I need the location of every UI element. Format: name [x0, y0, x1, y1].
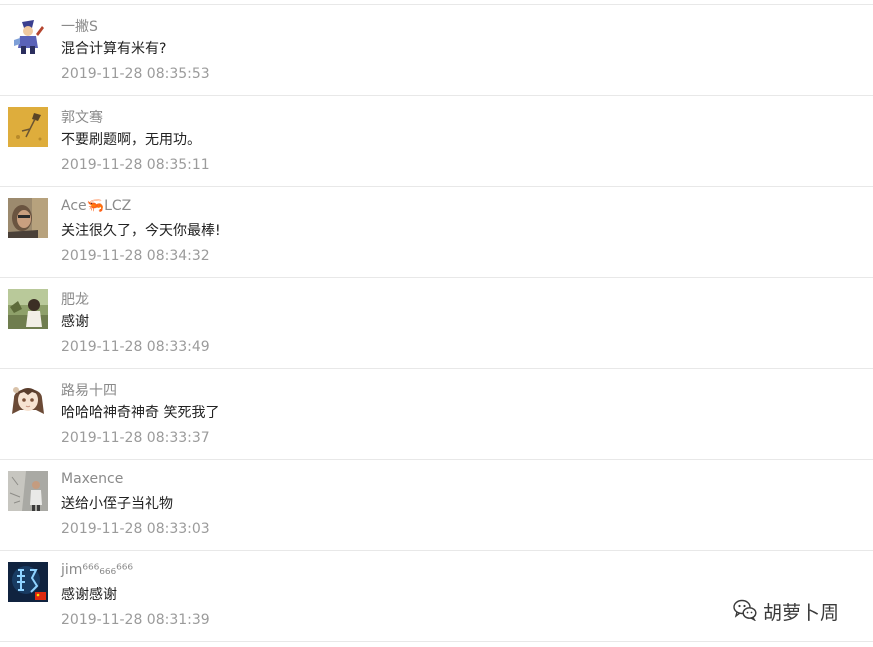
- comment-timestamp: 2019-11-28 08:33:49: [61, 339, 210, 355]
- commenter-name: 路易十四: [61, 383, 117, 399]
- comment-timestamp: 2019-11-28 08:33:37: [61, 430, 210, 446]
- comment-timestamp: 2019-11-28 08:33:03: [61, 521, 210, 537]
- comment-timestamp: 2019-11-28 08:35:11: [61, 157, 210, 173]
- anime-girl-avatar[interactable]: [8, 380, 48, 420]
- comment-item: Maxence 送给小侄子当礼物 2019-11-28 08:33:03: [0, 460, 873, 551]
- commenter-name: 郭文骞: [61, 110, 103, 126]
- comment-item: 郭文骞 不要刷题啊，无用功。 2019-11-28 08:35:11: [0, 96, 873, 187]
- commenter-name: Ace🦐LCZ: [61, 198, 132, 214]
- comment-text: 感谢感谢: [61, 587, 117, 603]
- commenter-name: jim⁶⁶⁶₆₆₆⁶⁶⁶: [61, 562, 133, 578]
- dark-glyph-avatar-with-flag[interactable]: [8, 562, 48, 602]
- comment-timestamp: 2019-11-28 08:35:53: [61, 66, 210, 82]
- comment-list: 一撇S 混合计算有米有? 2019-11-28 08:35:53 郭文骞 不要刷…: [0, 4, 873, 642]
- yellow-sketch-avatar[interactable]: [8, 107, 48, 147]
- commenter-name: 肥龙: [61, 292, 89, 308]
- comment-item: Ace🦐LCZ 关注很久了，今天你最棒! 2019-11-28 08:34:32: [0, 187, 873, 278]
- comment-item: 肥龙 感谢 2019-11-28 08:33:49: [0, 278, 873, 369]
- comment-text: 感谢: [61, 314, 89, 330]
- comment-text: 混合计算有米有?: [61, 41, 167, 57]
- cartoon-character-avatar[interactable]: [8, 16, 48, 56]
- watermark-text: 胡萝卜周: [763, 602, 840, 624]
- comment-item: 路易十四 哈哈哈神奇神奇 笑死我了 2019-11-28 08:33:37: [0, 369, 873, 460]
- comment-timestamp: 2019-11-28 08:34:32: [61, 248, 210, 264]
- commenter-name: 一撇S: [61, 19, 98, 35]
- photo-man-avatar[interactable]: [8, 198, 48, 238]
- comment-text: 关注很久了，今天你最棒!: [61, 223, 221, 239]
- watermark: 胡萝卜周: [733, 598, 839, 625]
- comment-text: 送给小侄子当礼物: [61, 496, 173, 512]
- photo-person-wall-avatar[interactable]: [8, 471, 48, 511]
- wechat-icon: [733, 599, 757, 625]
- commenter-name: Maxence: [61, 471, 124, 487]
- comment-text: 哈哈哈神奇神奇 笑死我了: [61, 405, 220, 421]
- photo-outdoor-avatar[interactable]: [8, 289, 48, 329]
- comment-item: 一撇S 混合计算有米有? 2019-11-28 08:35:53: [0, 5, 873, 96]
- comment-timestamp: 2019-11-28 08:31:39: [61, 612, 210, 628]
- comment-item: jim⁶⁶⁶₆₆₆⁶⁶⁶ 感谢感谢 2019-11-28 08:31:39: [0, 551, 873, 642]
- comment-text: 不要刷题啊，无用功。: [61, 132, 201, 148]
